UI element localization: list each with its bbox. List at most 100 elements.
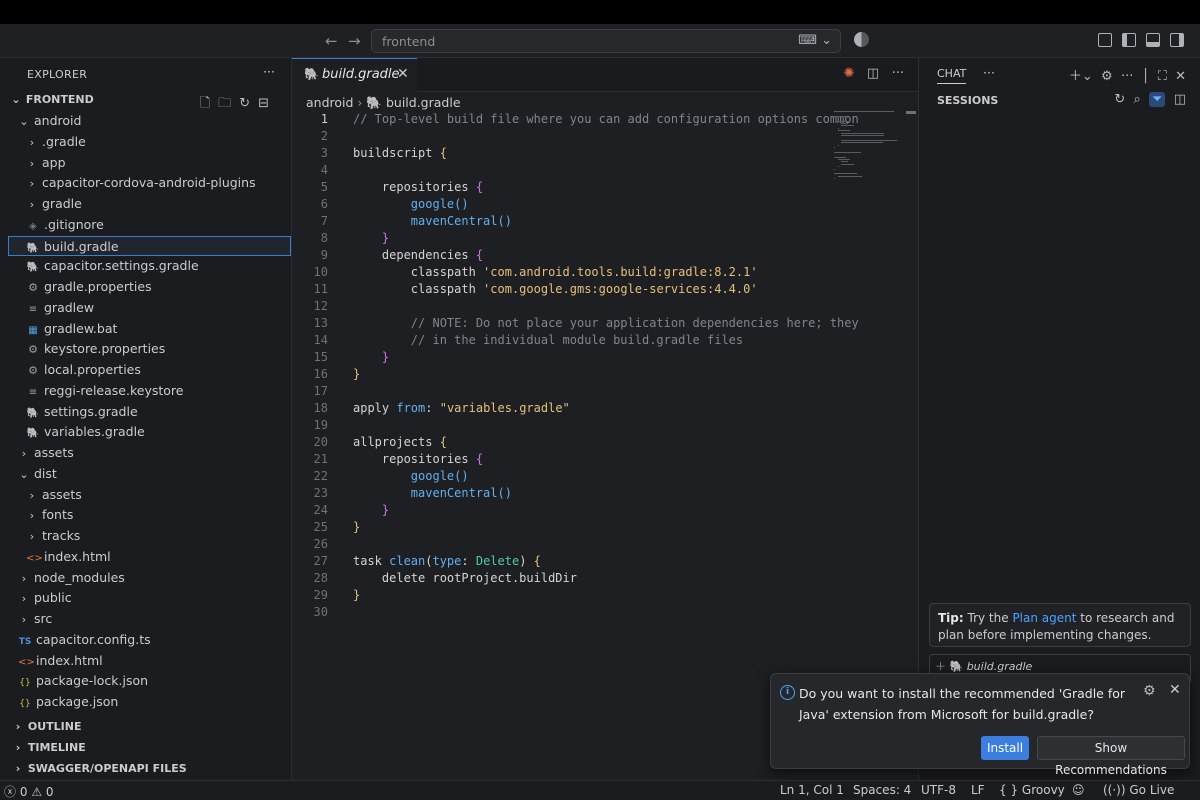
tree-item[interactable]: {} package.json	[0, 692, 291, 712]
gear-icon[interactable]: ⚙	[1101, 69, 1113, 84]
chevron-right-icon: ›	[29, 198, 35, 211]
tree-item[interactable]: ⌄ dist	[0, 464, 291, 484]
search-icon[interactable]: ⌕	[1133, 92, 1140, 107]
toggle-panel-icon[interactable]: ◫	[1174, 92, 1186, 107]
code-text: mavenCentral()	[353, 485, 873, 502]
section-swagger[interactable]: › SWAGGER/OPENAPI FILES	[12, 759, 187, 779]
tree-item[interactable]: ⚙ gradle.properties	[0, 277, 291, 297]
copilot-status-icon[interactable]	[854, 32, 869, 47]
sessions-toolbar: ↻ ⌕ ⏷ ◫	[1114, 92, 1186, 107]
more-actions-icon[interactable]: ···	[983, 65, 995, 80]
more-actions-icon[interactable]: ···	[263, 64, 275, 79]
minimap-line	[841, 163, 854, 165]
tree-item[interactable]: ≡ gradlew	[0, 298, 291, 318]
tree-item[interactable]: TS capacitor.config.ts	[0, 630, 291, 650]
go-live-label: Go Live	[1129, 783, 1175, 797]
line-number: 17	[313, 384, 328, 398]
more-actions-icon[interactable]: ···	[1121, 69, 1133, 84]
section-timeline[interactable]: › TIMELINE	[12, 738, 86, 758]
layout-customize-icon[interactable]	[1098, 33, 1112, 47]
refresh-icon[interactable]: ↻	[239, 96, 258, 111]
arrow-right-icon[interactable]: →	[348, 32, 361, 50]
tree-item[interactable]: {} package-lock.json	[0, 671, 291, 691]
minimap-line	[834, 168, 835, 170]
breadcrumb-item-file[interactable]: build.gradle	[386, 95, 461, 110]
section-outline[interactable]: › OUTLINE	[12, 717, 82, 737]
tree-item[interactable]: <>index.html	[0, 547, 291, 567]
tree-item[interactable]: 🐘 settings.gradle	[0, 402, 291, 422]
new-folder-icon[interactable]: 🗀	[218, 96, 239, 111]
arrow-left-icon[interactable]: ←	[325, 32, 338, 50]
chat-tab[interactable]: CHAT	[937, 67, 967, 84]
tree-item[interactable]: ◈ .gitignore	[0, 215, 291, 235]
breadcrumb-item-folder[interactable]: android	[306, 95, 353, 110]
close-icon[interactable]: ✕	[397, 66, 409, 82]
tree-item[interactable]: 🐘 variables.gradle	[0, 422, 291, 442]
command-center-search[interactable]: frontend ⌨ ⌄	[371, 29, 841, 53]
new-file-icon[interactable]: 🗋	[200, 96, 218, 111]
tree-item[interactable]: 🐘 capacitor.settings.gradle	[0, 256, 291, 276]
go-live[interactable]: ((·)) Go Live	[1103, 783, 1174, 797]
toggle-secondary-sidebar-icon[interactable]	[1170, 33, 1184, 47]
tree-item-label: index.html	[44, 548, 111, 564]
more-actions-icon[interactable]: ···	[892, 66, 904, 81]
scrollbar-thumb[interactable]	[906, 111, 916, 114]
code-text: delete rootProject.buildDir	[353, 570, 873, 587]
tree-item[interactable]: › assets	[0, 443, 291, 463]
tree-item[interactable]: › src	[0, 609, 291, 629]
tree-item[interactable]: › .gradle	[0, 132, 291, 152]
line-number: 25	[313, 520, 328, 534]
tree-item[interactable]: › app	[0, 153, 291, 173]
tree-item[interactable]: › node_modules	[0, 568, 291, 588]
context-file-chip[interactable]: ＋ 🐘 build.gradle	[935, 658, 1032, 674]
language-mode[interactable]: { } Groovy	[999, 783, 1065, 797]
toggle-panel-icon[interactable]	[1146, 33, 1160, 47]
copilot-icon[interactable]: ☺	[1072, 783, 1085, 797]
show-recommendations-button[interactable]: Show Recommendations	[1037, 736, 1185, 777]
new-chat-icon[interactable]: ＋⌄	[1069, 69, 1093, 84]
line-number: 15	[313, 350, 328, 364]
split-editor-icon[interactable]: ◫	[867, 66, 879, 81]
code-token: {	[439, 146, 447, 160]
indentation[interactable]: Spaces: 4	[853, 783, 911, 797]
close-icon[interactable]: ✕	[1175, 69, 1186, 84]
toggle-primary-sidebar-icon[interactable]	[1122, 33, 1136, 47]
end-of-line[interactable]: LF	[971, 783, 985, 797]
problems-indicator[interactable]: ⓧ 0 ⚠ 0	[4, 783, 54, 800]
tree-item[interactable]: › tracks	[0, 526, 291, 546]
filter-icon[interactable]: ⏷	[1149, 92, 1166, 107]
tree-item[interactable]: › assets	[0, 485, 291, 505]
gear-icon[interactable]: ⚙	[1143, 683, 1156, 699]
tree-item[interactable]: ▦ gradlew.bat	[0, 319, 291, 339]
minimap-line	[841, 125, 854, 127]
tree-item[interactable]: <>index.html	[0, 651, 291, 671]
tree-item[interactable]: ⚙ keystore.properties	[0, 339, 291, 359]
install-button[interactable]: Install	[981, 736, 1029, 760]
code-text: }	[353, 519, 873, 536]
cursor-position[interactable]: Ln 1, Col 1	[780, 783, 844, 797]
tree-item[interactable]: › fonts	[0, 505, 291, 525]
collapse-all-icon[interactable]: ⊟	[258, 96, 277, 111]
maximize-icon[interactable]: ⛶	[1158, 69, 1167, 84]
tree-item[interactable]: ≡ reggi-release.keystore	[0, 381, 291, 401]
chevron-down-icon: ⌄	[11, 93, 21, 106]
tree-item[interactable]: › gradle	[0, 194, 291, 214]
tree-item-label: assets	[34, 445, 74, 460]
tree-item[interactable]: ⌄ android	[0, 111, 291, 131]
copilot-spark-icon[interactable]: ✺	[844, 66, 855, 81]
chat-icon[interactable]: ⌨ ⌄	[798, 33, 832, 48]
minimap-line	[834, 151, 861, 153]
line-number: 18	[313, 401, 328, 415]
line-number: 21	[313, 452, 328, 466]
tab-build-gradle[interactable]: 🐘 build.gradle ✕	[292, 58, 417, 92]
tree-item-label: public	[34, 590, 72, 606]
tree-item[interactable]: › public	[0, 588, 291, 608]
refresh-icon[interactable]: ↻	[1114, 92, 1125, 107]
tree-item[interactable]: ⚙ local.properties	[0, 360, 291, 380]
plan-agent-link[interactable]: Plan agent	[1012, 611, 1076, 625]
tree-item[interactable]: 🐘 build.gradle	[8, 235, 291, 256]
close-icon[interactable]: ✕	[1169, 682, 1181, 698]
tree-item[interactable]: › capacitor-cordova-android-plugins	[0, 173, 291, 193]
minimap[interactable]	[834, 111, 904, 191]
encoding[interactable]: UTF-8	[921, 783, 956, 797]
